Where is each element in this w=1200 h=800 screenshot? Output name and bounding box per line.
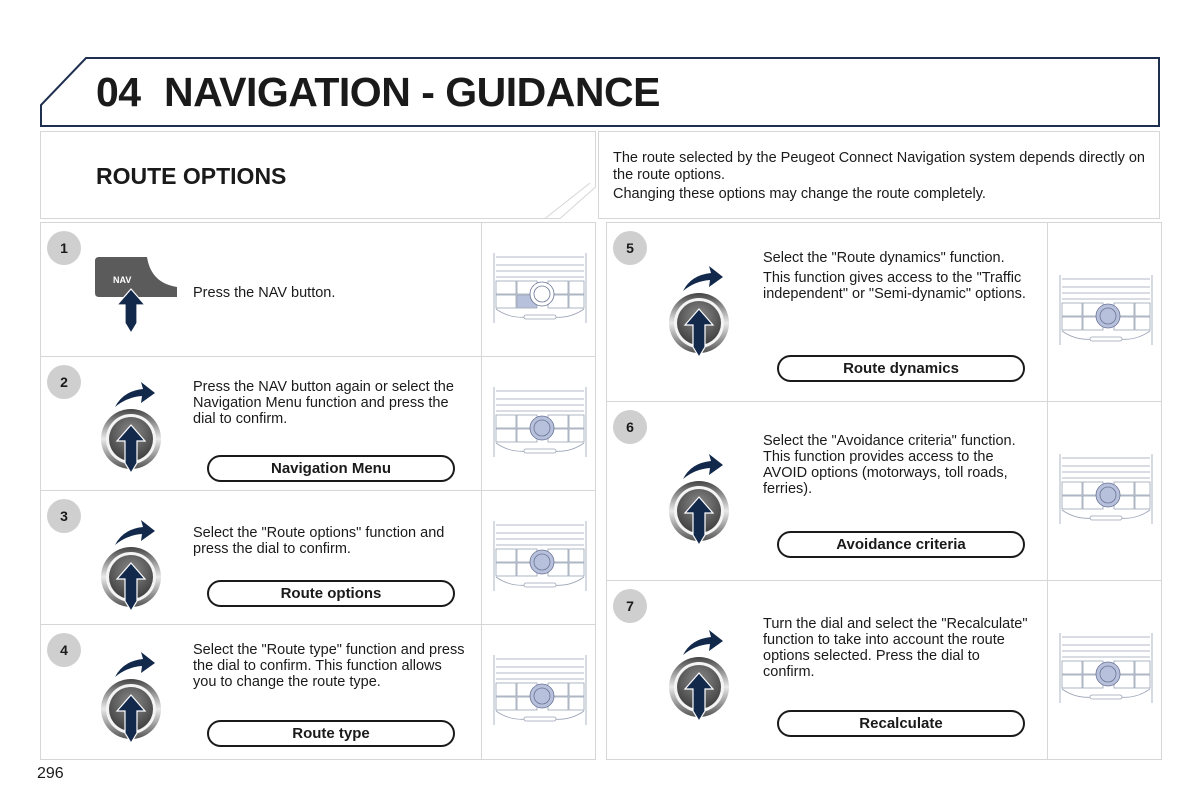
- step-card: 5 Select the "Route dynamics" function. T…: [606, 222, 1162, 402]
- step-number-badge: 7: [613, 589, 647, 623]
- menu-function-button[interactable]: Route type: [207, 720, 455, 747]
- step-number-badge: 3: [47, 499, 81, 533]
- step-instruction-paragraph: Press the NAV button again or select the…: [193, 379, 454, 427]
- page-number: 296: [37, 765, 64, 782]
- dial-rotate-press-icon: [101, 513, 171, 618]
- section-title-panel: ROUTE OPTIONS: [40, 131, 596, 219]
- step-instruction-paragraph: Turn the dial and select the "Recalculat…: [763, 616, 1028, 680]
- dial-rotate-press-icon: [669, 447, 739, 552]
- dial-rotate-press-icon: [669, 259, 739, 364]
- step-number-badge: 6: [613, 410, 647, 444]
- step-instructions: Turn the dial and select the "Recalculat…: [763, 616, 1035, 680]
- menu-function-button[interactable]: Route options: [207, 580, 455, 607]
- step-card: 6 Select the "Avoidance criteria" functi…: [606, 401, 1162, 581]
- dial-rotate-press-icon: [101, 375, 171, 480]
- intro-paragraph: Changing these options may change the ro…: [613, 186, 986, 202]
- dial-rotate-press-icon: [669, 623, 739, 728]
- step-instructions: Select the "Avoidance criteria" function…: [763, 433, 1035, 497]
- step-card: 4 Select the "Route type" function and p…: [40, 624, 596, 760]
- chapter-title: NAVIGATION - GUIDANCE: [164, 69, 660, 115]
- console-thumbnail: [1047, 402, 1163, 580]
- console-thumbnail: [481, 357, 597, 490]
- chapter-number: 04: [96, 69, 141, 115]
- step-instruction-paragraph: This function gives access to the "Traff…: [763, 270, 1026, 302]
- step-instructions: Press the NAV button.: [193, 285, 469, 301]
- step-card: 3 Select the "Route options" function an…: [40, 490, 596, 625]
- step-instruction-paragraph: Press the NAV button.: [193, 285, 336, 301]
- menu-function-button[interactable]: Recalculate: [777, 710, 1025, 737]
- console-thumbnail: [1047, 223, 1163, 401]
- step-card: 2 Press the NAV button again or select t…: [40, 356, 596, 491]
- intro-panel: The route selected by the Peugeot Connec…: [598, 131, 1160, 219]
- step-instruction-paragraph: Select the "Avoidance criteria" function…: [763, 433, 1016, 497]
- step-number-badge: 2: [47, 365, 81, 399]
- step-number-badge: 5: [613, 231, 647, 265]
- step-card: 7 Turn the dial and select the "Recalcul…: [606, 580, 1162, 760]
- menu-function-button[interactable]: Navigation Menu: [207, 455, 455, 482]
- console-thumbnail: [481, 491, 597, 624]
- step-instructions: Press the NAV button again or select the…: [193, 379, 469, 427]
- menu-function-button[interactable]: Avoidance criteria: [777, 531, 1025, 558]
- nav-button-press-icon: NAV: [91, 253, 181, 338]
- step-number-badge: 1: [47, 231, 81, 265]
- step-instructions: Select the "Route options" function and …: [193, 525, 469, 557]
- console-thumbnail: [481, 223, 597, 356]
- dial-rotate-press-icon: [101, 645, 171, 750]
- step-number-badge: 4: [47, 633, 81, 667]
- chapter-header: 04 NAVIGATION - GUIDANCE: [40, 57, 1160, 127]
- step-instructions: Select the "Route dynamics" function. Thi…: [763, 250, 1035, 302]
- menu-function-button[interactable]: Route dynamics: [777, 355, 1025, 382]
- section-title: ROUTE OPTIONS: [96, 163, 287, 189]
- console-thumbnail: [481, 625, 597, 759]
- console-thumbnail: [1047, 581, 1163, 759]
- intro-text: The route selected by the Peugeot Connec…: [613, 150, 1153, 203]
- intro-paragraph: The route selected by the Peugeot Connec…: [613, 150, 1145, 183]
- step-instruction-paragraph: Select the "Route dynamics" function.: [763, 250, 1005, 266]
- step-instruction-paragraph: Select the "Route type" function and pre…: [193, 642, 465, 690]
- svg-text:NAV: NAV: [113, 275, 131, 285]
- step-instruction-paragraph: Select the "Route options" function and …: [193, 525, 445, 557]
- step-card: 1 NAV Press the NAV button.: [40, 222, 596, 357]
- step-instructions: Select the "Route type" function and pre…: [193, 642, 469, 690]
